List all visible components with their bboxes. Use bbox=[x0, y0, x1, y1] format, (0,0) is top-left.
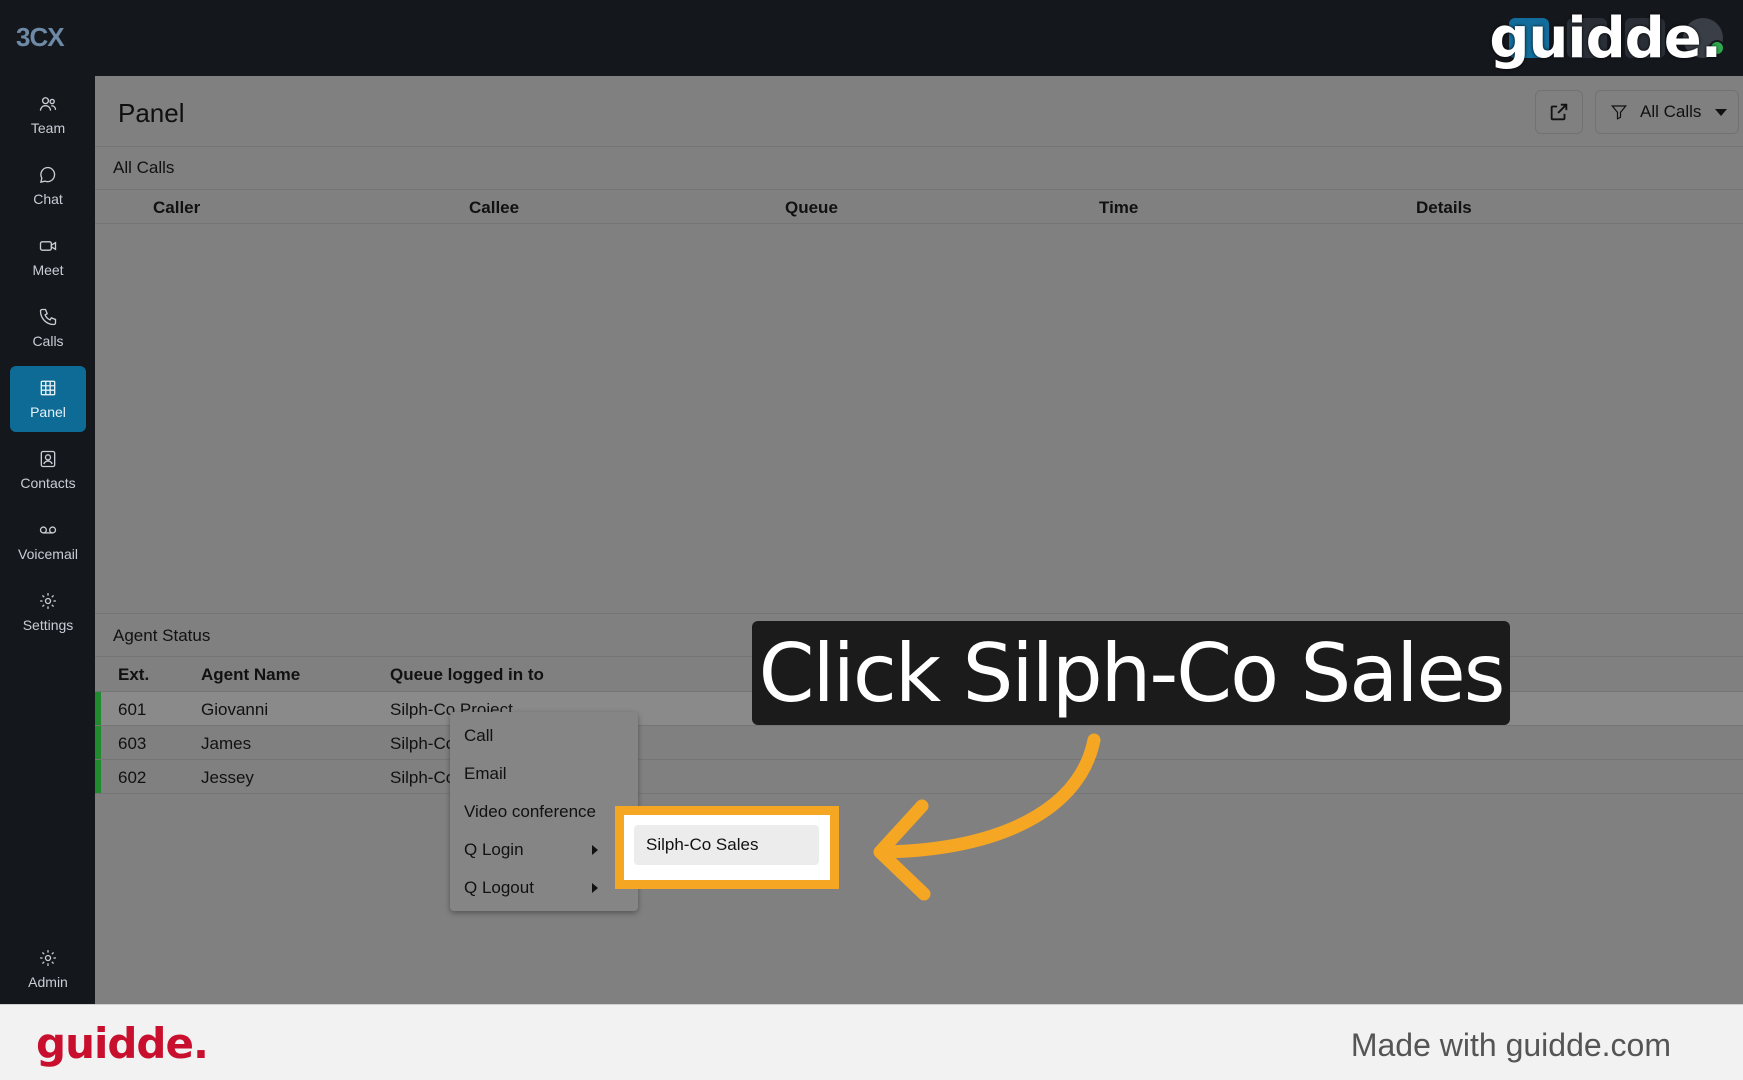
agent-name: James bbox=[201, 734, 252, 753]
sidebar-item-label: Chat bbox=[33, 191, 63, 207]
divider bbox=[95, 189, 1743, 190]
chevron-right-icon bbox=[592, 845, 598, 855]
agent-ext: 602 bbox=[118, 768, 147, 787]
contact-card-icon bbox=[40, 450, 56, 468]
column-header-agent-name[interactable]: Agent Name bbox=[201, 665, 300, 685]
column-header-queue[interactable]: Queue bbox=[785, 198, 838, 218]
agent-queue: Silph-Co bbox=[390, 734, 456, 753]
column-header-ext[interactable]: Ext. bbox=[118, 665, 149, 685]
menu-item-email[interactable]: Email bbox=[464, 764, 507, 784]
app-logo-text: 3CX bbox=[16, 22, 65, 52]
top-bar: 3CX guidde. bbox=[0, 0, 1743, 76]
divider bbox=[95, 223, 1743, 224]
sidebar-item-label: Calls bbox=[32, 333, 64, 349]
app-logo[interactable]: 3CX bbox=[16, 22, 65, 53]
guidde-logo[interactable]: guidde. bbox=[36, 1019, 209, 1068]
sidebar-item-admin[interactable]: Admin bbox=[10, 936, 86, 1002]
menu-item-q-login[interactable]: Q Login bbox=[464, 840, 524, 860]
all-calls-label: All Calls bbox=[113, 158, 175, 177]
status-indicator bbox=[95, 726, 101, 759]
open-external-button[interactable] bbox=[1535, 90, 1583, 134]
admin-gear-icon bbox=[40, 950, 56, 966]
external-link-icon bbox=[1550, 103, 1568, 121]
sidebar-item-contacts[interactable]: Contacts bbox=[10, 437, 86, 503]
gear-icon bbox=[40, 593, 56, 609]
sidebar-item-label: Voicemail bbox=[18, 546, 78, 562]
agent-context-menu: Call Email Video conference Q Login Q Lo… bbox=[450, 712, 638, 911]
calls-filter-dropdown[interactable]: All Calls bbox=[1595, 90, 1739, 134]
agent-status-label: Agent Status bbox=[113, 626, 211, 645]
sidebar-item-label: Contacts bbox=[20, 475, 76, 491]
made-with-text[interactable]: Made with guidde.com bbox=[1351, 1027, 1671, 1064]
sidebar-item-settings[interactable]: Settings bbox=[10, 579, 86, 645]
header-divider bbox=[95, 146, 1743, 147]
sidebar-item-panel[interactable]: Panel bbox=[10, 366, 86, 432]
menu-item-q-logout[interactable]: Q Logout bbox=[464, 878, 534, 898]
chevron-down-icon bbox=[1715, 108, 1728, 116]
page-title: Panel bbox=[118, 98, 185, 128]
agent-ext: 603 bbox=[118, 734, 147, 753]
sidebar-item-team[interactable]: Team bbox=[10, 82, 86, 148]
menu-item-video-conference[interactable]: Video conference bbox=[464, 802, 596, 822]
guidde-watermark: guidde. bbox=[1489, 6, 1722, 71]
instruction-callout: Click Silph-Co Sales bbox=[752, 621, 1510, 725]
team-icon bbox=[39, 97, 57, 111]
sidebar-nav: Team Chat Meet Calls Panel Contacts Voic… bbox=[0, 76, 95, 1004]
sidebar-item-chat[interactable]: Chat bbox=[10, 153, 86, 219]
agent-name: Giovanni bbox=[201, 700, 269, 719]
column-header-queue-logged-in[interactable]: Queue logged in to bbox=[390, 665, 544, 685]
filter-label: All Calls bbox=[1640, 102, 1702, 121]
sidebar-item-label: Admin bbox=[28, 974, 68, 990]
column-header-caller[interactable]: Caller bbox=[153, 198, 200, 218]
footer-bar: guidde. Made with guidde.com bbox=[0, 1004, 1743, 1080]
status-indicator bbox=[95, 692, 101, 725]
grid-icon bbox=[40, 380, 56, 396]
column-header-details[interactable]: Details bbox=[1416, 198, 1472, 218]
phone-icon bbox=[39, 308, 57, 326]
submenu-item-silph-co-sales[interactable]: Silph-Co Sales bbox=[634, 825, 819, 865]
chat-icon bbox=[40, 166, 56, 183]
pointer-arrow-icon bbox=[873, 733, 1101, 901]
chevron-right-icon bbox=[592, 883, 598, 893]
sidebar-item-meet[interactable]: Meet bbox=[10, 224, 86, 290]
filter-icon bbox=[1610, 105, 1628, 120]
column-header-time[interactable]: Time bbox=[1099, 198, 1138, 218]
sidebar-item-voicemail[interactable]: Voicemail bbox=[10, 508, 86, 574]
agent-queue: Silph-Co bbox=[390, 768, 456, 787]
column-header-callee[interactable]: Callee bbox=[469, 198, 519, 218]
sidebar-item-label: Team bbox=[30, 120, 66, 136]
submenu-highlight: Silph-Co Sales bbox=[615, 806, 839, 889]
status-indicator bbox=[95, 760, 101, 793]
video-icon bbox=[39, 241, 57, 251]
divider bbox=[95, 613, 1743, 614]
sidebar-item-label: Settings bbox=[22, 617, 74, 633]
sidebar-item-calls[interactable]: Calls bbox=[10, 295, 86, 361]
agent-ext: 601 bbox=[118, 700, 147, 719]
sidebar-item-label: Panel bbox=[30, 404, 66, 420]
sidebar-item-label: Meet bbox=[32, 262, 64, 278]
voicemail-icon bbox=[39, 526, 57, 534]
menu-item-call[interactable]: Call bbox=[464, 726, 493, 746]
agent-name: Jessey bbox=[201, 768, 254, 787]
